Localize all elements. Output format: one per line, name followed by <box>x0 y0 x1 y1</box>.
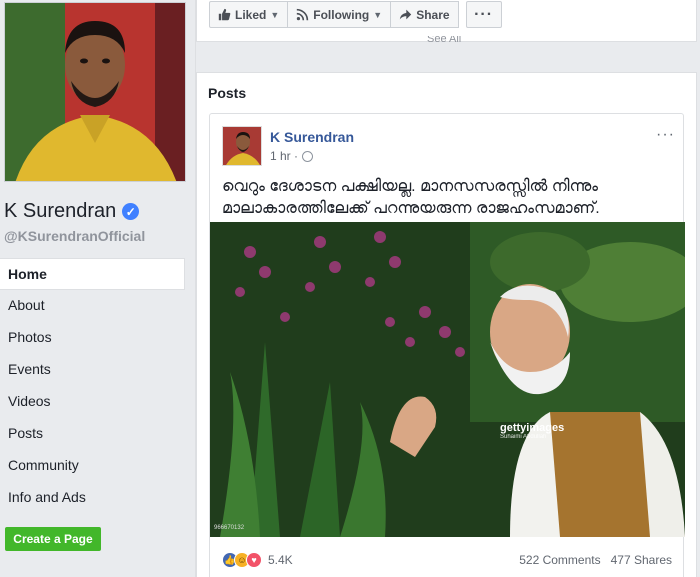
chevron-down-icon: ▼ <box>373 9 383 20</box>
avatar-portrait <box>223 127 261 165</box>
post-timestamp[interactable]: 1 hr · <box>270 149 298 163</box>
see-all-link[interactable]: See All <box>427 36 461 42</box>
posts-section: Posts K Surendran 1 hr · ··· വെറും ദേശാട… <box>196 72 697 577</box>
following-button[interactable]: Following ▼ <box>287 1 392 28</box>
getty-credit: Suhaimi Abdullah <box>500 434 547 440</box>
reaction-summary[interactable]: 👍 ☺ ♥ 5.4K <box>222 552 293 568</box>
globe-icon <box>302 150 314 162</box>
post-text: വെറും ദേശാടന പക്ഷിയല്ല. മാനസസരസ്സിൽ നിന്… <box>222 178 600 217</box>
post-card: K Surendran 1 hr · ··· വെറും ദേശാടന പക്ഷ… <box>209 113 685 577</box>
nav-item-home[interactable]: Home <box>0 258 185 290</box>
post-photo[interactable]: gettyimages Suhaimi Abdullah 966670132 <box>210 222 685 537</box>
reaction-count[interactable]: 5.4K <box>268 553 293 567</box>
page-nav: Home About Photos Events Videos Posts Co… <box>0 258 185 514</box>
page-action-bar: Liked ▼ Following ▼ Share ··· <box>209 1 502 28</box>
shares-count[interactable]: 477 Shares <box>611 553 672 567</box>
post-options-button[interactable]: ··· <box>656 126 675 144</box>
nav-item-events[interactable]: Events <box>0 354 185 386</box>
engagement-counts: 522 Comments 477 Shares <box>519 553 672 567</box>
left-sidebar: K Surendran ✓ @KSurendranOfficial Home A… <box>0 0 196 577</box>
nav-item-community[interactable]: Community <box>0 450 185 482</box>
following-label: Following <box>313 7 370 22</box>
page-name[interactable]: K Surendran ✓ <box>4 200 140 223</box>
create-page-button[interactable]: Create a Page <box>5 527 101 551</box>
posts-section-title: Posts <box>208 85 247 101</box>
rss-icon <box>296 8 309 21</box>
profile-picture[interactable] <box>4 2 186 182</box>
thumbs-up-icon <box>218 8 231 21</box>
love-reaction-icon: ♥ <box>246 552 262 568</box>
post-meta: 1 hr · <box>270 149 314 163</box>
post-stats: 👍 ☺ ♥ 5.4K 522 Comments 477 Shares <box>222 550 672 570</box>
getty-watermark-text: gettyimages <box>500 422 565 434</box>
nav-item-info-and-ads[interactable]: Info and Ads <box>0 482 185 514</box>
photo-orchid-scene <box>210 222 685 537</box>
page-name-text[interactable]: K Surendran <box>4 200 116 223</box>
getty-watermark: gettyimages Suhaimi Abdullah <box>500 422 564 440</box>
nav-item-videos[interactable]: Videos <box>0 386 185 418</box>
profile-portrait <box>5 3 185 181</box>
share-label: Share <box>416 7 450 22</box>
post-author-avatar[interactable] <box>222 126 262 166</box>
share-button[interactable]: Share <box>390 1 459 28</box>
liked-button[interactable]: Liked ▼ <box>209 1 289 28</box>
comments-count[interactable]: 522 Comments <box>519 553 600 567</box>
nav-item-photos[interactable]: Photos <box>0 322 185 354</box>
page-handle[interactable]: @KSurendranOfficial <box>4 228 145 244</box>
nav-item-about[interactable]: About <box>0 290 185 322</box>
verified-badge-icon: ✓ <box>122 203 140 220</box>
image-code: 966670132 <box>214 525 245 531</box>
more-options-button[interactable]: ··· <box>465 1 502 28</box>
liked-label: Liked <box>235 7 267 22</box>
share-arrow-icon <box>400 9 412 20</box>
post-author-name[interactable]: K Surendran <box>270 129 354 145</box>
page-actions-card: Liked ▼ Following ▼ Share ··· See All <box>196 0 697 42</box>
chevron-down-icon: ▼ <box>270 9 280 20</box>
nav-item-posts[interactable]: Posts <box>0 418 185 450</box>
